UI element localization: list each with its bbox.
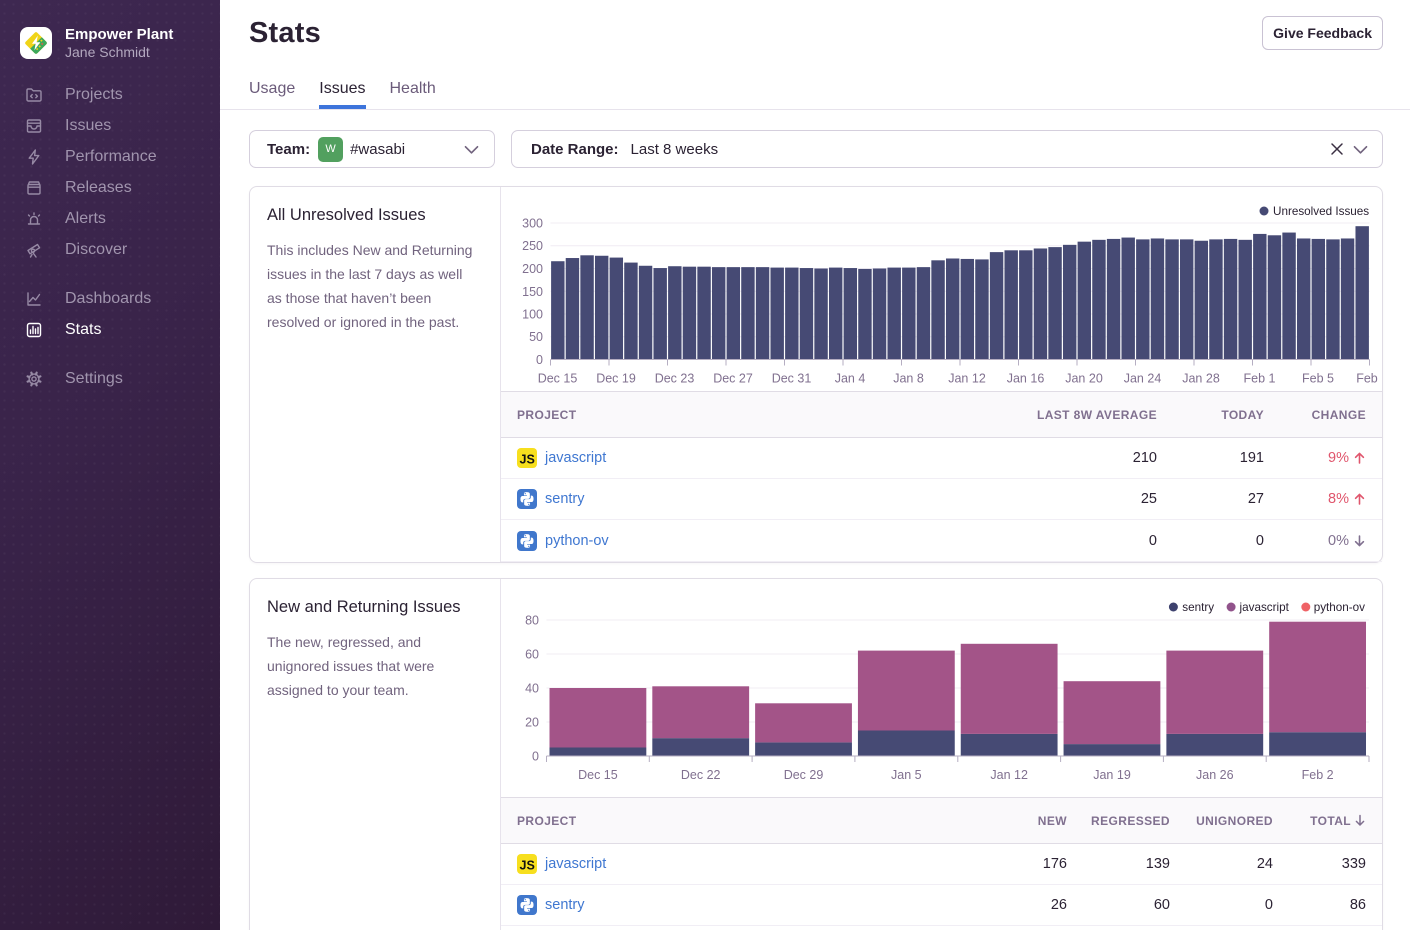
svg-text:Unresolved Issues: Unresolved Issues [1273,205,1369,218]
svg-text:Jan 12: Jan 12 [948,372,986,386]
svg-text:50: 50 [529,330,543,344]
svg-text:Feb: Feb [1356,372,1378,386]
svg-text:Feb 5: Feb 5 [1302,372,1334,386]
svg-text:JS: JS [520,858,535,872]
svg-text:250: 250 [522,239,543,253]
svg-text:javascript: javascript [1239,601,1290,614]
svg-text:80: 80 [525,614,539,628]
svg-text:Dec 15: Dec 15 [578,768,618,782]
svg-text:Dec 22: Dec 22 [681,768,721,782]
svg-text:Dec 31: Dec 31 [772,372,812,386]
svg-text:Dec 29: Dec 29 [784,768,824,782]
svg-text:Jan 26: Jan 26 [1196,768,1234,782]
svg-text:Jan 20: Jan 20 [1065,372,1103,386]
svg-text:0: 0 [536,353,543,367]
svg-text:sentry: sentry [1182,601,1214,614]
svg-text:python-ov: python-ov [1314,601,1365,614]
svg-text:Dec 23: Dec 23 [655,372,695,386]
svg-text:Feb 1: Feb 1 [1244,372,1276,386]
svg-text:20: 20 [525,716,539,730]
svg-text:200: 200 [522,262,543,276]
svg-text:Jan 12: Jan 12 [990,768,1028,782]
svg-text:Jan 28: Jan 28 [1182,372,1220,386]
svg-text:40: 40 [525,682,539,696]
svg-text:Dec 27: Dec 27 [713,372,753,386]
svg-text:Jan 4: Jan 4 [835,372,866,386]
svg-text:Jan 5: Jan 5 [891,768,922,782]
svg-text:Jan 24: Jan 24 [1124,372,1162,386]
svg-text:Dec 19: Dec 19 [596,372,636,386]
svg-text:Jan 19: Jan 19 [1093,768,1131,782]
svg-text:60: 60 [525,648,539,662]
svg-text:Jan 8: Jan 8 [893,372,924,386]
svg-text:300: 300 [522,217,543,231]
svg-text:Dec 15: Dec 15 [538,372,578,386]
svg-text:Feb 2: Feb 2 [1302,768,1334,782]
svg-text:Jan 16: Jan 16 [1007,372,1045,386]
svg-text:0: 0 [532,750,539,764]
svg-text:100: 100 [522,308,543,322]
svg-text:150: 150 [522,285,543,299]
svg-text:JS: JS [520,452,535,466]
